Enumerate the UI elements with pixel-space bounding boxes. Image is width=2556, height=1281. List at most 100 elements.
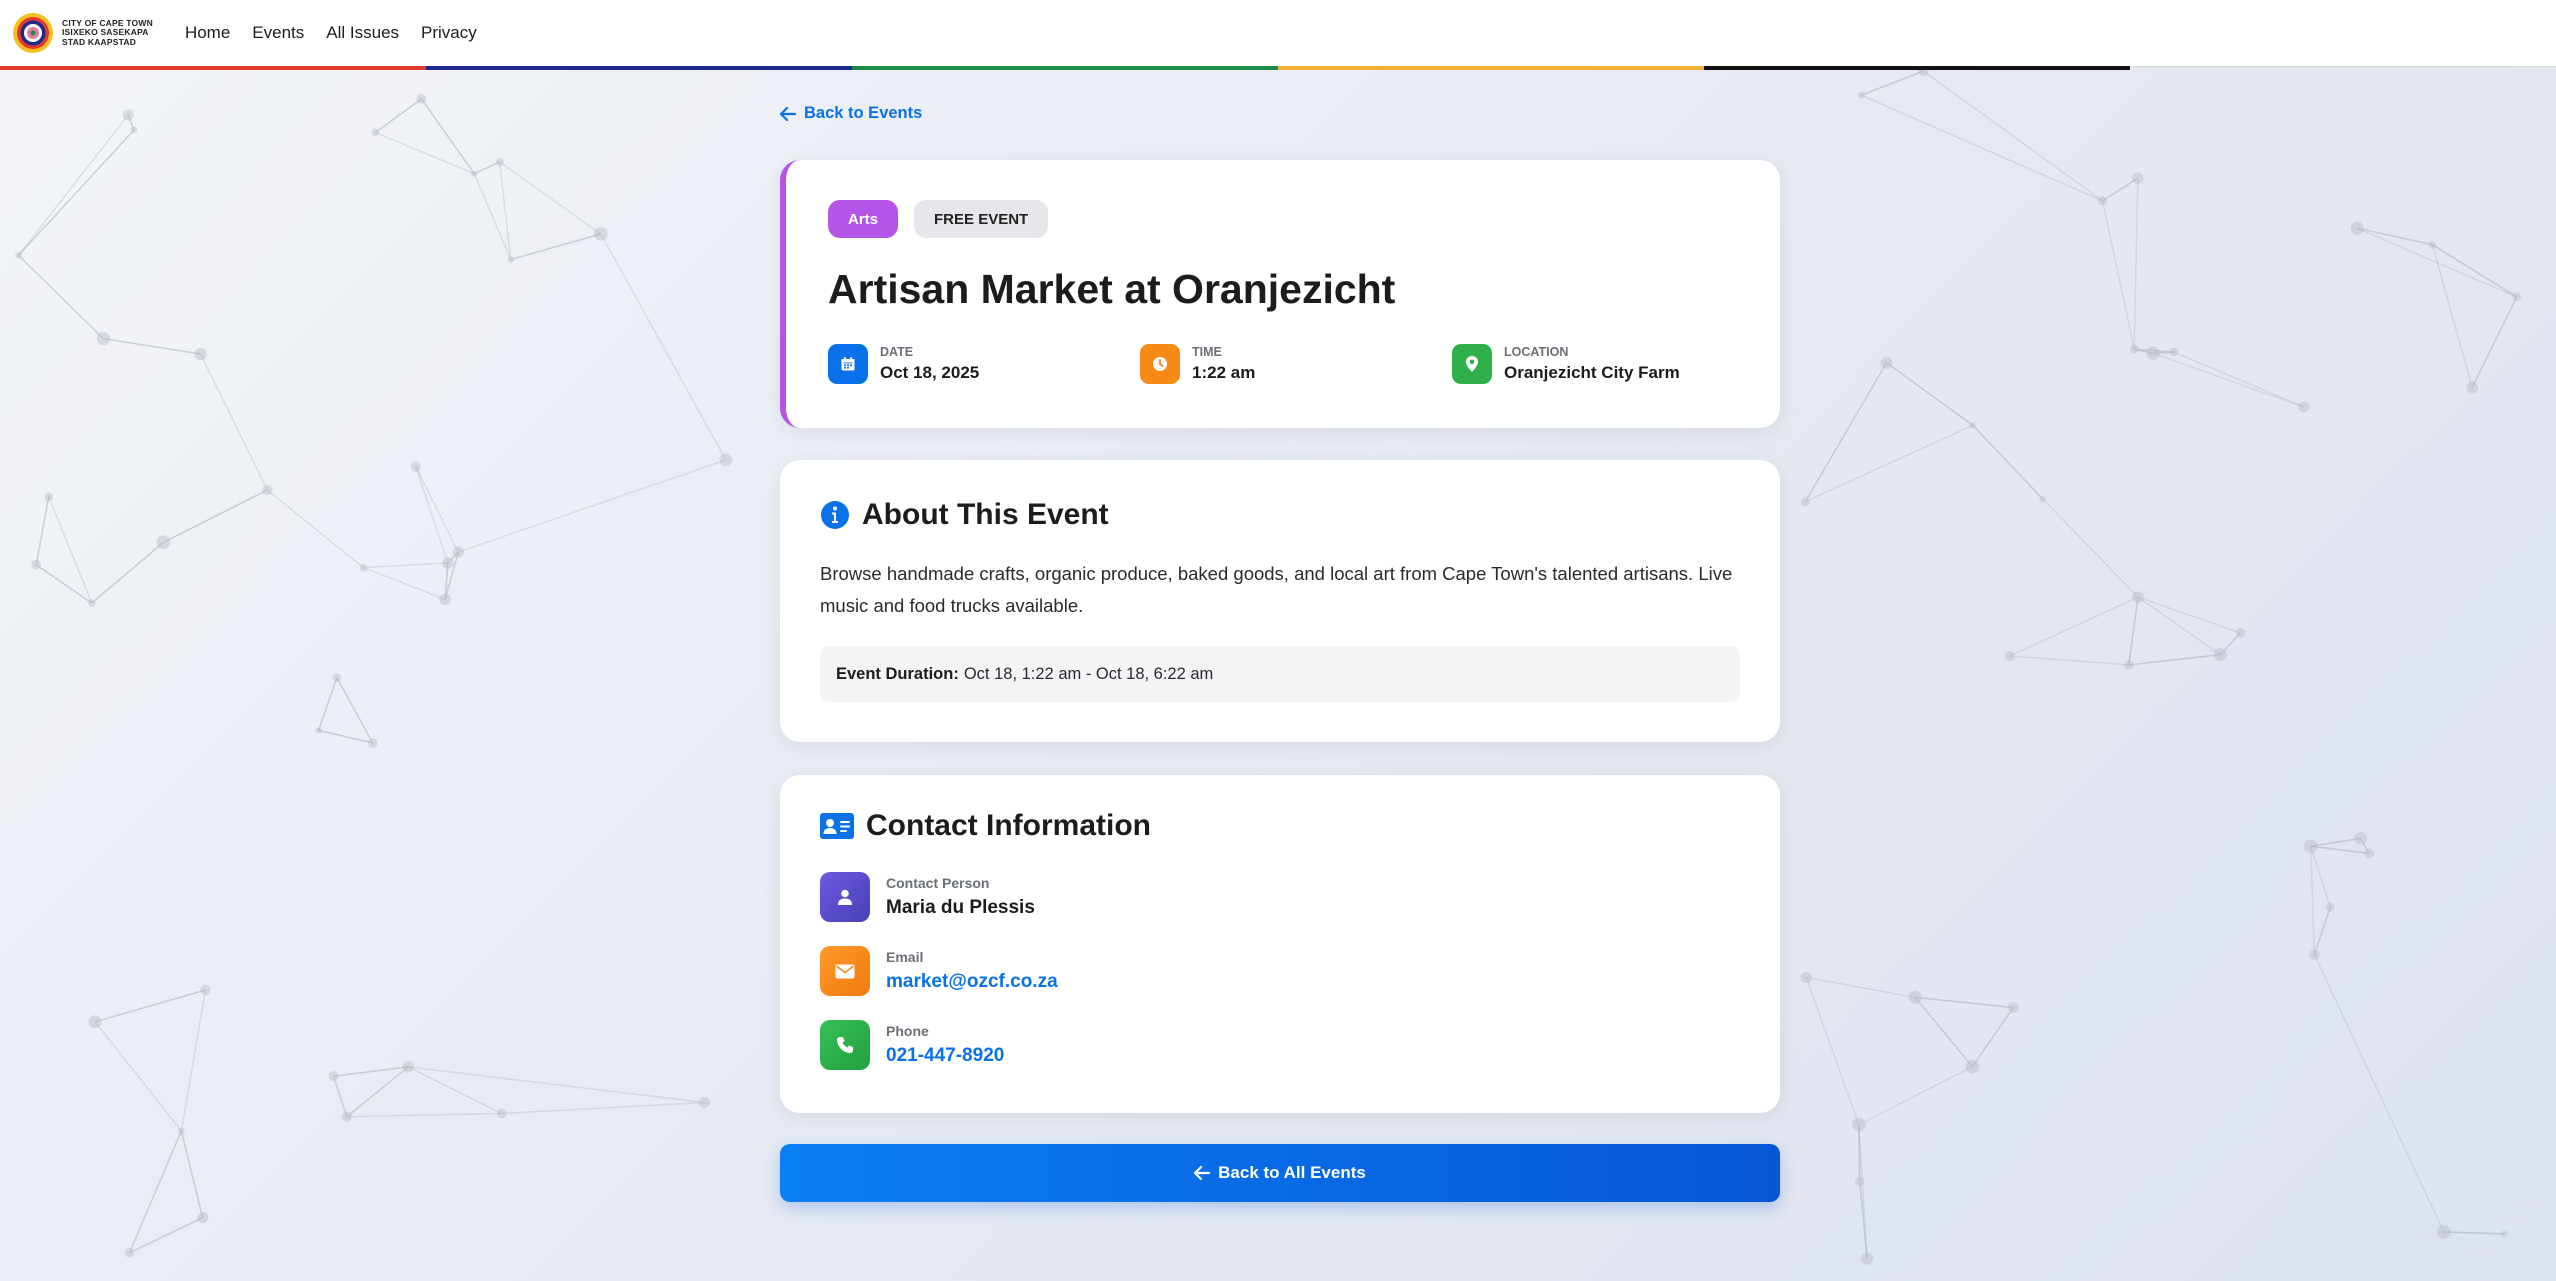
- network-node: [1800, 971, 1812, 984]
- network-node: [88, 599, 96, 607]
- nav-home[interactable]: Home: [185, 23, 230, 43]
- back-to-all-events-button[interactable]: Back to All Events: [780, 1144, 1780, 1202]
- network-node: [359, 563, 368, 572]
- network-line: [2309, 846, 2316, 955]
- city-logo[interactable]: CITY OF CAPE TOWN ISIXEKO SASEKAPA STAD …: [12, 12, 153, 54]
- nav-privacy[interactable]: Privacy: [421, 23, 477, 43]
- contact-info-card: Contact Information Contact Person Maria…: [780, 775, 1780, 1113]
- network-line: [2137, 596, 2221, 656]
- network-node: [2501, 1230, 2508, 1238]
- network-line: [1971, 1007, 2014, 1068]
- network-node: [1860, 1252, 1874, 1265]
- network-line: [346, 1112, 502, 1118]
- back-to-events-label: Back to Events: [804, 104, 923, 122]
- meta-time-label: TIME: [1192, 345, 1222, 359]
- network-line: [2137, 596, 2241, 634]
- network-line: [501, 1101, 705, 1115]
- network-node: [1857, 91, 1865, 99]
- network-line: [17, 129, 135, 256]
- stripe-divider: [2132, 66, 2556, 67]
- network-line: [2310, 837, 2361, 848]
- network-node: [1852, 1117, 1866, 1132]
- contact-title: Contact Information: [866, 809, 1151, 842]
- main-nav: Home Events All Issues Privacy: [185, 23, 477, 43]
- network-line: [2133, 178, 2139, 350]
- meta-time-value: 1:22 am: [1192, 363, 1256, 382]
- back-to-all-events-label: Back to All Events: [1218, 1163, 1366, 1182]
- network-node: [2512, 292, 2521, 302]
- network-node: [328, 1071, 339, 1082]
- network-node: [439, 593, 452, 606]
- network-line: [600, 233, 727, 461]
- network-line: [333, 1066, 409, 1077]
- network-line: [415, 466, 459, 553]
- meta-time: TIME 1:22 am: [1140, 344, 1452, 384]
- network-node: [2436, 1225, 2451, 1239]
- stripe-segment: [1278, 66, 1704, 70]
- about-header: About This Event: [820, 498, 1109, 532]
- logo-text: CITY OF CAPE TOWN ISIXEKO SASEKAPA STAD …: [62, 18, 153, 48]
- contact-person-value: Maria du Plessis: [886, 897, 1035, 918]
- network-node: [2466, 381, 2479, 394]
- network-node: [2350, 221, 2364, 235]
- network-line: [1806, 976, 1916, 999]
- network-node: [698, 1096, 710, 1109]
- stripe-segment: [0, 66, 426, 70]
- network-line: [2101, 200, 2135, 350]
- network-line: [129, 1217, 204, 1254]
- envelope-icon: [820, 946, 870, 996]
- network-node: [371, 128, 380, 137]
- network-line: [35, 496, 50, 565]
- network-line: [375, 98, 422, 134]
- network-line: [266, 489, 364, 569]
- network-line: [128, 1130, 183, 1254]
- nav-all-issues[interactable]: All Issues: [326, 23, 399, 43]
- network-line: [180, 989, 207, 1132]
- network-node: [194, 347, 207, 361]
- network-node: [1969, 422, 1976, 429]
- network-line: [94, 1021, 182, 1132]
- calendar-icon: [828, 344, 868, 384]
- network-node: [442, 557, 454, 569]
- network-node: [496, 1108, 507, 1119]
- contact-email-link[interactable]: market@ozcf.co.za: [886, 971, 1058, 993]
- meta-date: DATE Oct 18, 2025: [828, 344, 1140, 384]
- info-circle-icon: [821, 501, 849, 529]
- contact-email-text: Email market@ozcf.co.za: [886, 949, 1058, 993]
- network-line: [180, 1130, 204, 1218]
- stripe-segment: [1704, 66, 2130, 70]
- back-to-events-link[interactable]: Back to Events: [780, 104, 922, 123]
- network-line: [2310, 845, 2370, 855]
- network-line: [18, 254, 104, 340]
- network-node: [2364, 848, 2375, 859]
- network-node: [1908, 990, 1922, 1005]
- nav-events[interactable]: Events: [252, 23, 304, 43]
- network-line: [1861, 94, 2103, 202]
- top-navbar: CITY OF CAPE TOWN ISIXEKO SASEKAPA STAD …: [0, 0, 2556, 66]
- network-node: [2124, 660, 2134, 670]
- network-node: [452, 546, 464, 558]
- network-node: [1800, 497, 1810, 507]
- network-line: [17, 114, 129, 256]
- duration-label: Event Duration:: [836, 664, 959, 683]
- network-line: [473, 161, 500, 175]
- contact-phone-link[interactable]: 021-447-8920: [886, 1045, 1004, 1067]
- network-line: [318, 729, 373, 744]
- network-node: [367, 738, 378, 748]
- meta-date-value: Oct 18, 2025: [880, 363, 980, 382]
- network-line: [332, 1075, 348, 1118]
- network-line: [2102, 177, 2139, 202]
- contact-phone-row: Phone 021-447-8920: [820, 1020, 1004, 1070]
- contact-person-text: Contact Person Maria du Plessis: [886, 875, 1035, 919]
- network-line: [458, 459, 727, 553]
- event-hero-card: Arts FREE EVENT Artisan Market at Oranje…: [780, 160, 1780, 428]
- network-node: [2298, 401, 2310, 413]
- network-line: [2471, 296, 2518, 388]
- network-line: [103, 337, 201, 355]
- network-line: [2313, 907, 2332, 955]
- network-node: [507, 256, 515, 263]
- contact-phone-text: Phone 021-447-8920: [886, 1023, 1004, 1067]
- contact-phone-label: Phone: [886, 1023, 929, 1039]
- event-badges: Arts FREE EVENT: [828, 200, 1049, 238]
- network-node: [96, 332, 110, 346]
